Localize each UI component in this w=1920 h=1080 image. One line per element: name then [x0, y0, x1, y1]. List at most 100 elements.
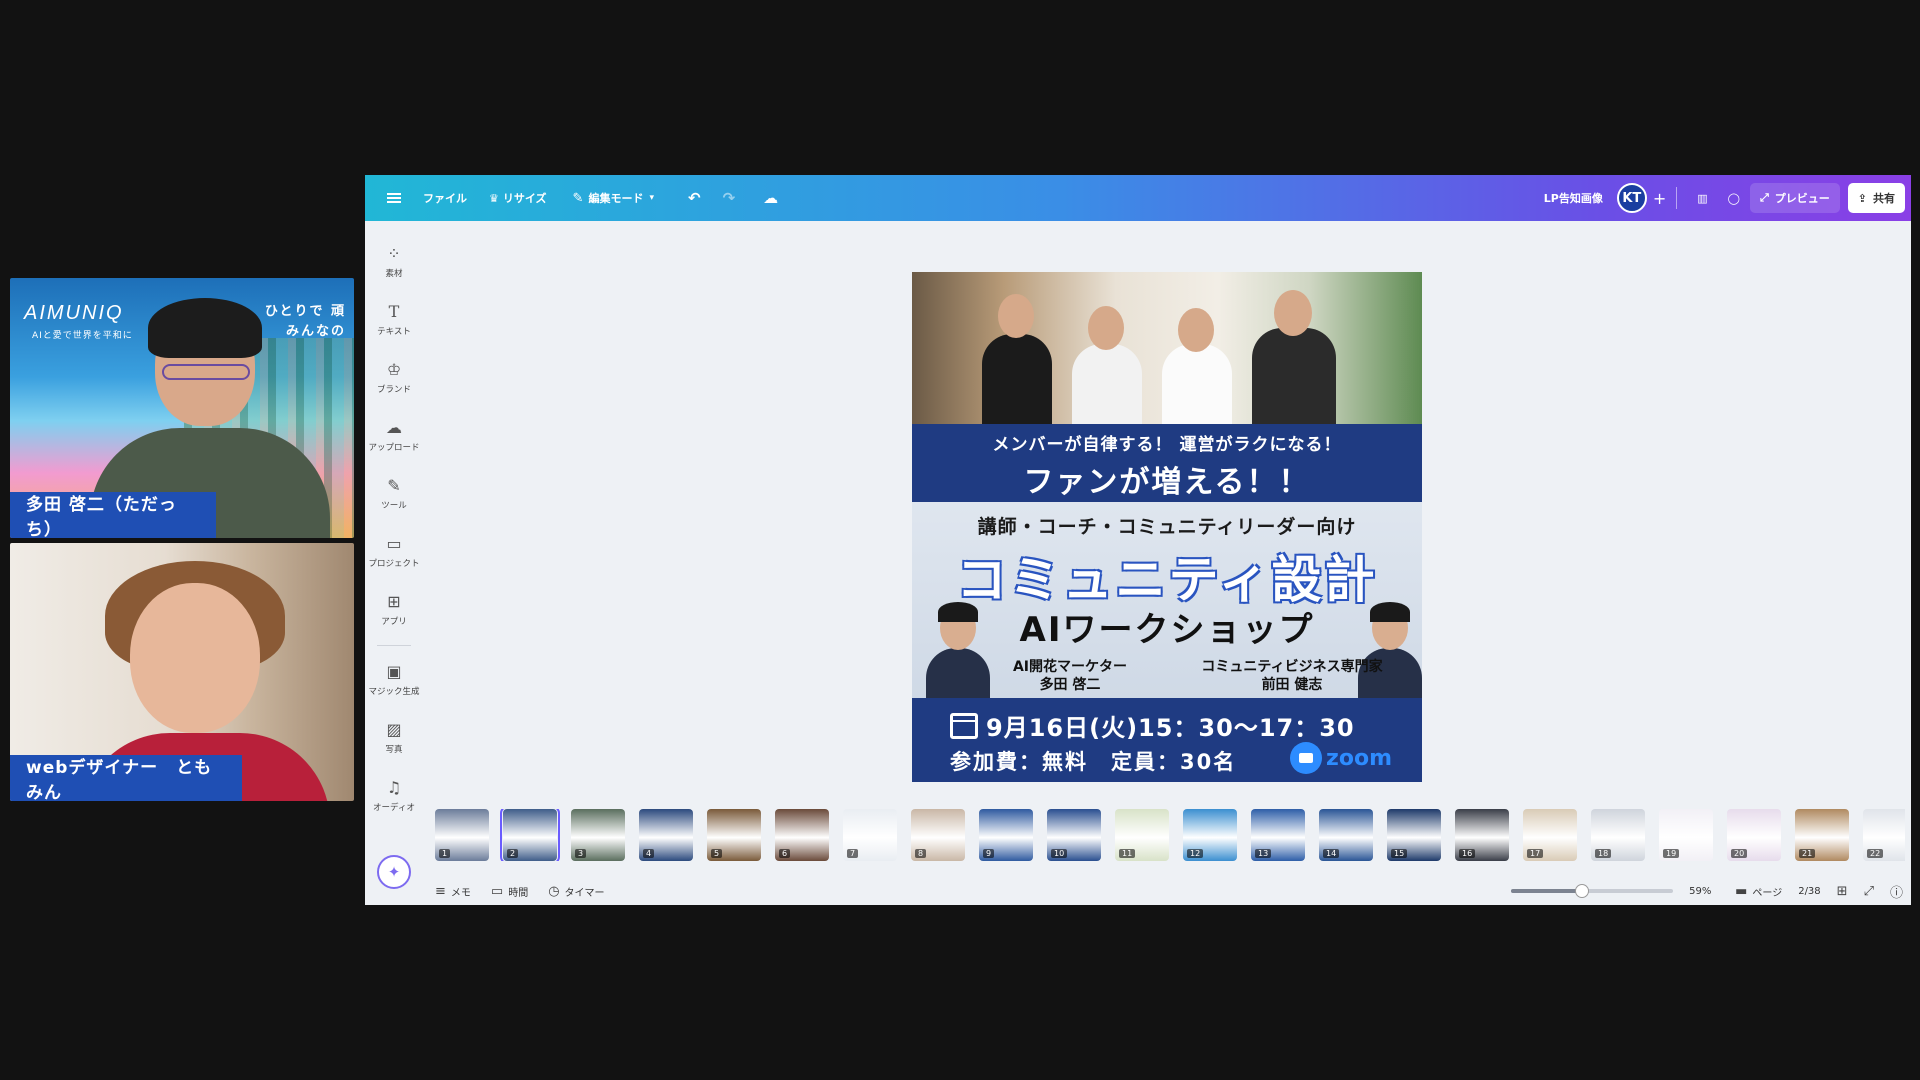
- page-thumbnail[interactable]: 5: [707, 809, 761, 861]
- folder-icon: ▭: [386, 534, 402, 553]
- zoom-percentage[interactable]: 59%: [1689, 886, 1719, 897]
- sidebar-item-magic-media[interactable]: ▣ マジック生成: [365, 661, 423, 697]
- sidebar-divider: [377, 645, 411, 646]
- pages-icon: ▬: [1735, 883, 1748, 899]
- sidebar-item-apps[interactable]: ⊞ アプリ: [365, 591, 423, 627]
- sidebar-item-tools[interactable]: ✎ ツール: [365, 475, 423, 511]
- page-thumbnail[interactable]: 14: [1319, 809, 1373, 861]
- page-thumbnail[interactable]: 16: [1455, 809, 1509, 861]
- page-thumbnail[interactable]: 22: [1863, 809, 1905, 861]
- page-thumbnail[interactable]: 4: [639, 809, 693, 861]
- page-thumbnail[interactable]: 19: [1659, 809, 1713, 861]
- poster-audience: 講師・コーチ・コミュニティリーダー向け: [977, 516, 1357, 538]
- page-number: 13: [1255, 849, 1272, 858]
- chevron-down-icon: ▾: [649, 193, 654, 203]
- clock-icon: ▭: [490, 884, 504, 899]
- page-thumbnail[interactable]: 20: [1727, 809, 1781, 861]
- toolbar-divider: [1676, 187, 1678, 209]
- apps-icon: ⊞: [387, 592, 401, 611]
- sidebar-item-audio[interactable]: ♫ オーディオ: [365, 777, 423, 813]
- document-title[interactable]: LP告知画像: [1544, 190, 1603, 206]
- add-collaborator-icon[interactable]: +: [1653, 189, 1666, 208]
- pencil-icon: ✎: [572, 190, 584, 206]
- zoom-slider[interactable]: [1511, 884, 1674, 898]
- hamburger-icon[interactable]: [387, 193, 401, 203]
- participant-video-tile: AIMUNIQ AIと愛で世界を平和に ひとりで 頑 みんなの 多田 啓二（ただ…: [10, 278, 354, 538]
- share-upload-icon: ⇪: [1857, 191, 1867, 205]
- design-page[interactable]: メンバーが自律する！ 運営がラクになる！ ファンが増える！！ 講師・コーチ・コミ…: [912, 272, 1422, 782]
- page-number: 4: [643, 849, 655, 858]
- page-thumbnail[interactable]: 6: [775, 809, 829, 861]
- zoom-slider-handle[interactable]: [1575, 884, 1590, 898]
- notes-button[interactable]: ≡ メモ: [435, 884, 471, 899]
- user-avatar[interactable]: KT: [1616, 183, 1647, 213]
- page-number: 20: [1731, 849, 1748, 858]
- speaker-right-caption: コミュニティビジネス専門家 前田 健志: [1201, 659, 1383, 693]
- text-icon: T: [388, 302, 400, 321]
- editor-sidebar: ⁘ 素材 T テキスト ♔ ブランド ☁ アップロード ✎ ツール ▭ プロジェ…: [365, 221, 423, 905]
- participant-video-tile: webデザイナー ともみん: [10, 543, 354, 801]
- sidebar-item-projects[interactable]: ▭ プロジェクト: [365, 533, 423, 569]
- background-tagline: AIと愛で世界を平和に: [32, 331, 133, 341]
- page-indicator[interactable]: 2/38: [1798, 886, 1820, 897]
- page-thumbnail[interactable]: 12: [1183, 809, 1237, 861]
- page-thumbnail[interactable]: 1: [435, 809, 489, 861]
- magic-assistant-button[interactable]: ✦: [377, 855, 411, 889]
- poster-fee-capacity: 参加費：無料 定員：30名: [950, 750, 1237, 774]
- audio-icon: ♫: [386, 778, 402, 797]
- page-thumbnail[interactable]: 10: [1047, 809, 1101, 861]
- sidebar-item-uploads[interactable]: ☁ アップロード: [365, 417, 423, 453]
- page-number: 18: [1595, 849, 1612, 858]
- calendar-icon: [950, 712, 978, 739]
- edit-mode-dropdown[interactable]: ✎ 編集モード ▾: [573, 190, 654, 206]
- page-thumbnail-strip: 1 2 3 4 5 6 7 8 9 10 11 12 13 14 15 16 17 18 19 20 21 22: [435, 809, 1905, 861]
- timer-button[interactable]: ◷ タイマー: [548, 884, 604, 899]
- comment-icon[interactable]: ◯: [1718, 183, 1750, 213]
- page-thumbnail[interactable]: 15: [1387, 809, 1441, 861]
- fullscreen-icon[interactable]: ⤢: [1864, 884, 1874, 899]
- sidebar-item-photos[interactable]: ▨ 写真: [365, 719, 423, 755]
- page-number: 8: [915, 849, 927, 858]
- video-camera-icon: [1290, 742, 1323, 774]
- sparkle-icon: ♛: [489, 191, 499, 205]
- notes-icon: ≡: [435, 884, 446, 899]
- share-button[interactable]: ⇪ 共有: [1847, 183, 1905, 213]
- sidebar-item-text[interactable]: T テキスト: [365, 301, 423, 337]
- speaker-photo-left: [926, 602, 990, 698]
- redo-icon[interactable]: ↷: [723, 189, 736, 207]
- sidebar-item-elements[interactable]: ⁘ 素材: [365, 243, 423, 279]
- sidebar-item-brand[interactable]: ♔ ブランド: [365, 359, 423, 395]
- page-number: 10: [1051, 849, 1068, 858]
- page-thumbnail[interactable]: 8: [911, 809, 965, 861]
- screen: AIMUNIQ AIと愛で世界を平和に ひとりで 頑 みんなの 多田 啓二（ただ…: [0, 0, 1920, 1080]
- background-corner-text: ひとりで 頑 みんなの: [264, 304, 346, 339]
- page-thumbnail[interactable]: 2: [500, 809, 560, 861]
- page-thumbnail[interactable]: 21: [1795, 809, 1849, 861]
- cloud-sync-icon[interactable]: ☁: [763, 189, 778, 207]
- page-number: 6: [779, 849, 791, 858]
- insights-icon[interactable]: ▥: [1687, 183, 1717, 213]
- editor-toolbar: ファイル ♛ リサイズ ✎ 編集モード ▾ ↶ ↷ ☁ LP告知画像 KT + …: [365, 175, 1911, 221]
- page-thumbnail[interactable]: 3: [571, 809, 625, 861]
- page-thumbnail[interactable]: 11: [1115, 809, 1169, 861]
- page-thumbnail[interactable]: 18: [1591, 809, 1645, 861]
- upload-icon: ☁: [386, 418, 402, 437]
- page-thumbnail[interactable]: 7: [843, 809, 897, 861]
- poster-headline: ファンが増える！！: [1023, 465, 1311, 500]
- help-icon[interactable]: ⓘ: [1890, 882, 1903, 901]
- page-number: 16: [1459, 849, 1476, 858]
- grid-view-icon[interactable]: ⊞: [1837, 884, 1848, 899]
- page-thumbnail[interactable]: 13: [1251, 809, 1305, 861]
- file-menu[interactable]: ファイル: [423, 190, 467, 206]
- undo-icon[interactable]: ↶: [688, 189, 701, 207]
- pages-button[interactable]: ▬ ページ: [1735, 884, 1782, 899]
- duration-button[interactable]: ▭ 時間: [491, 884, 528, 899]
- resize-menu[interactable]: ♛ リサイズ: [489, 190, 547, 206]
- preview-button[interactable]: ⤢ プレビュー: [1749, 183, 1840, 213]
- poster-group-photo: [912, 272, 1422, 424]
- design-canvas-area: メンバーが自律する！ 運営がラクになる！ ファンが増える！！ 講師・コーチ・コミ…: [423, 221, 1911, 830]
- expand-icon: ⤢: [1759, 191, 1769, 204]
- page-thumbnail[interactable]: 17: [1523, 809, 1577, 861]
- page-thumbnail[interactable]: 9: [979, 809, 1033, 861]
- background-brand-logo: AIMUNIQ: [24, 302, 124, 324]
